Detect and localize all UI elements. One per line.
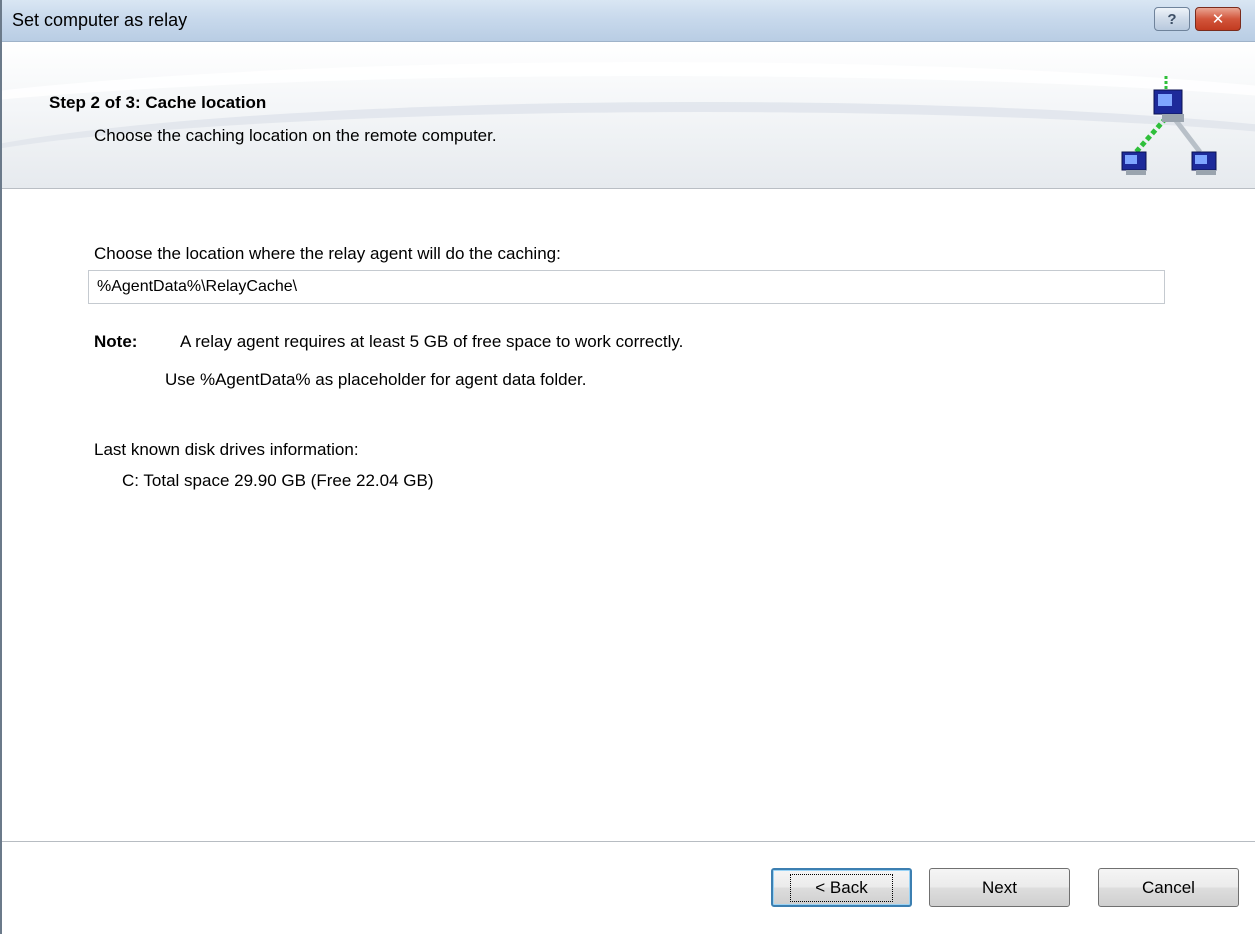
back-button-label: < Back [790,873,893,902]
note-text-placeholder: Use %AgentData% as placeholder for agent… [165,370,587,389]
close-button[interactable]: ✕ [1195,7,1241,31]
step-title: Step 2 of 3: Cache location [49,93,267,112]
close-icon: ✕ [1211,11,1225,28]
help-button[interactable]: ? [1154,7,1190,31]
wizard-header: Step 2 of 3: Cache location Choose the c… [2,42,1255,189]
back-button[interactable]: < Back [771,868,912,907]
help-icon: ? [1167,10,1177,28]
footer-divider [2,841,1255,842]
next-button-label: Next [982,877,1017,897]
next-button[interactable]: Next [929,868,1070,907]
disk-info-item: C: Total space 29.90 GB (Free 22.04 GB) [122,471,434,490]
cancel-button-label: Cancel [1142,877,1195,897]
note-label: Note: [94,332,138,351]
window-title: Set computer as relay [12,10,188,30]
note-text-space: A relay agent requires at least 5 GB of … [180,332,684,351]
disk-info-label: Last known disk drives information: [94,440,359,459]
title-bar[interactable]: Set computer as relay ? ✕ [2,0,1255,42]
step-subtitle: Choose the caching location on the remot… [94,126,497,145]
relay-wizard-dialog: Set computer as relay ? ✕ Step 2 of 3: C… [0,0,1255,934]
cache-location-input[interactable] [88,270,1165,304]
cache-location-label: Choose the location where the relay agen… [94,244,561,263]
network-relay-icon [1121,76,1217,175]
cancel-button[interactable]: Cancel [1098,868,1239,907]
